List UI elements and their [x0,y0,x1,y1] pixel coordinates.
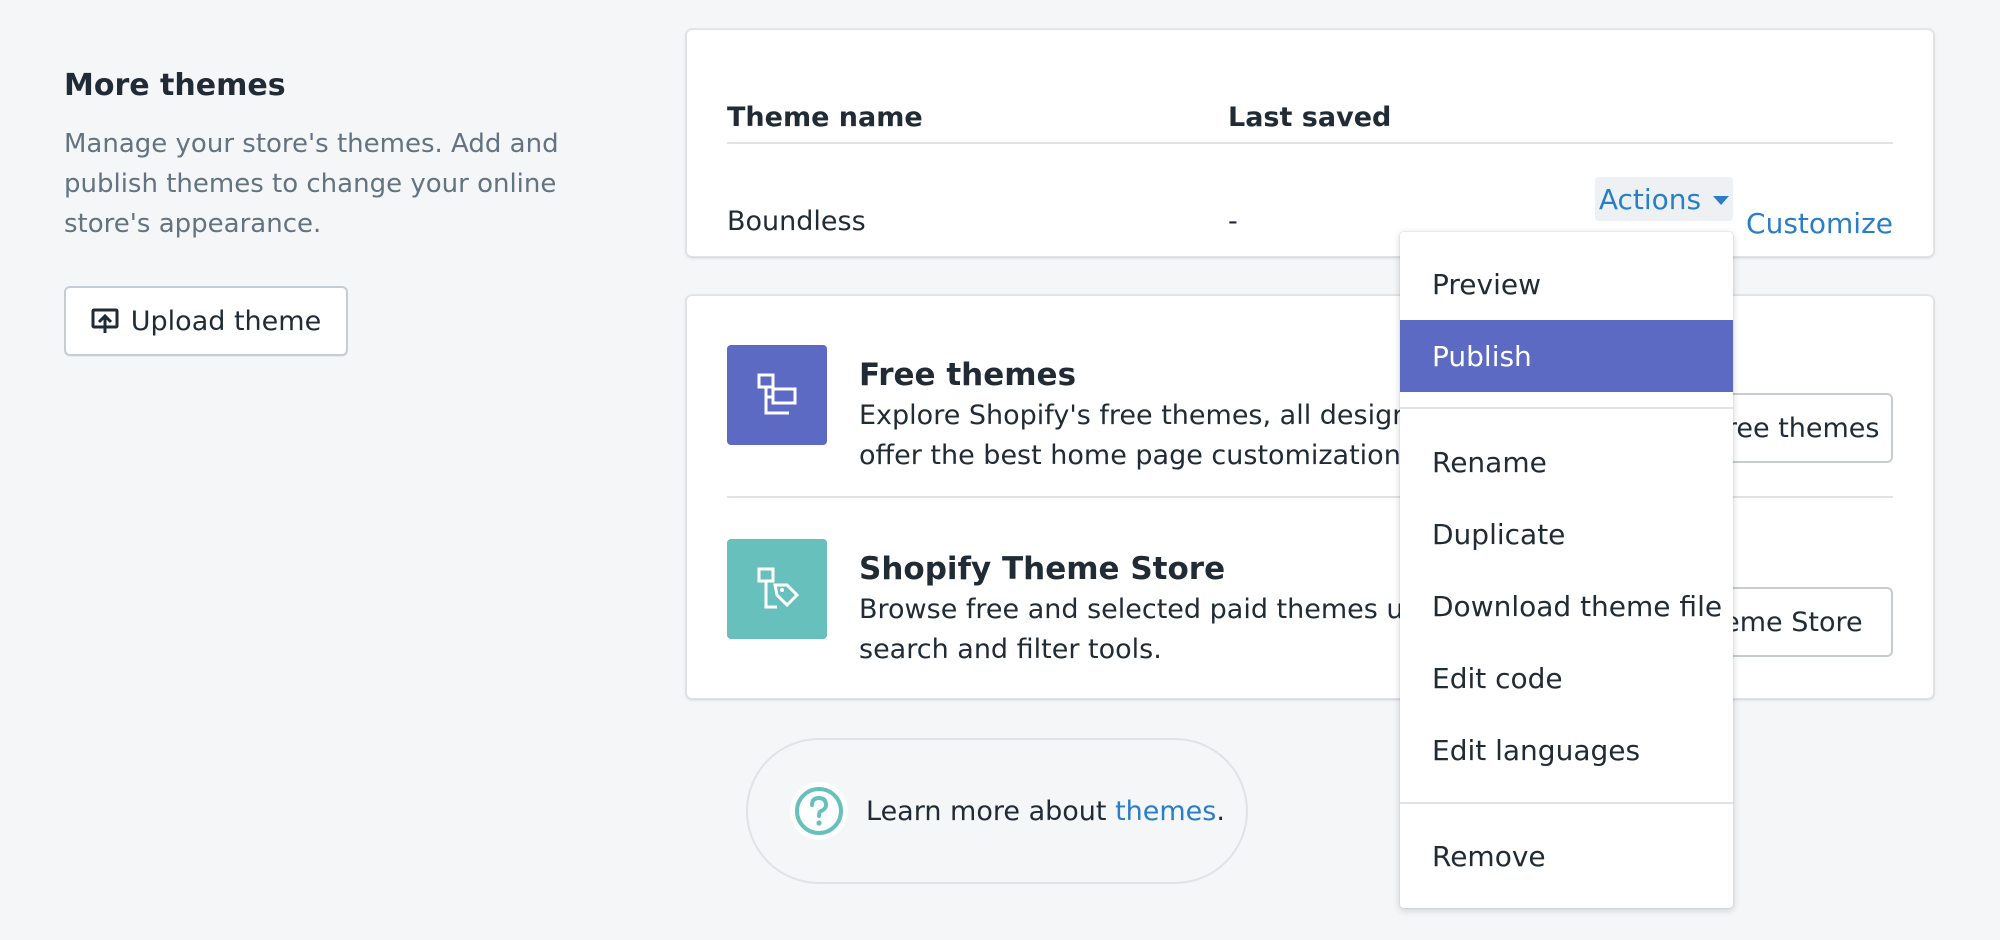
col-header-last-saved: Last saved [1228,102,1392,133]
section-description: Manage your store's themes. Add and publ… [64,129,559,239]
menu-separator [1400,407,1733,409]
menu-item-publish[interactable]: Publish [1400,320,1733,392]
learn-more-prefix: Learn more about [866,795,1116,827]
theme-name-cell: Boundless [727,206,866,237]
free-themes-description: Explore Shopify's free themes, all desig… [859,400,1479,471]
more-themes-section: More themes Manage your store's themes. … [64,64,584,356]
free-themes-title: Free themes [859,357,1077,393]
section-title: More themes [64,68,286,103]
theme-store-icon [727,539,827,639]
help-icon [790,782,848,840]
actions-label: Actions [1598,182,1702,216]
menu-item-edit-code[interactable]: Edit code [1400,642,1733,714]
menu-separator [1400,802,1733,804]
caret-down-icon [1713,196,1730,205]
menu-item-duplicate[interactable]: Duplicate [1400,498,1733,570]
menu-item-edit-languages[interactable]: Edit languages [1400,714,1733,786]
menu-item-remove[interactable]: Remove [1400,820,1733,892]
theme-table-card: Theme name Last saved Boundless - Action… [686,29,1934,257]
theme-store-title: Shopify Theme Store [859,551,1226,587]
customize-link[interactable]: Customize [1746,207,1893,240]
upload-icon [91,307,119,335]
menu-item-rename[interactable]: Rename [1400,426,1733,498]
last-saved-cell: - [1228,206,1238,237]
themes-help-link[interactable]: themes [1115,796,1216,827]
learn-more-text: Learn more about themes. [866,796,1225,827]
upload-theme-label: Upload theme [130,305,322,337]
upload-theme-button[interactable]: Upload theme [64,286,348,356]
theme-store-description: Browse free and selected paid themes usi… [859,594,1460,665]
menu-item-preview[interactable]: Preview [1400,248,1733,320]
menu-item-download-theme-file[interactable]: Download theme file [1400,570,1733,642]
table-divider [727,142,1893,144]
learn-more-pill: Learn more about themes. [746,738,1248,884]
actions-button[interactable]: Actions [1595,177,1733,221]
actions-menu: Preview Publish Rename Duplicate Downloa… [1400,232,1733,908]
free-themes-icon [727,345,827,445]
col-header-theme-name: Theme name [727,102,923,133]
theme-sources-card: Free themes Explore Shopify's free theme… [686,295,1934,699]
learn-more-suffix: . [1216,795,1225,827]
